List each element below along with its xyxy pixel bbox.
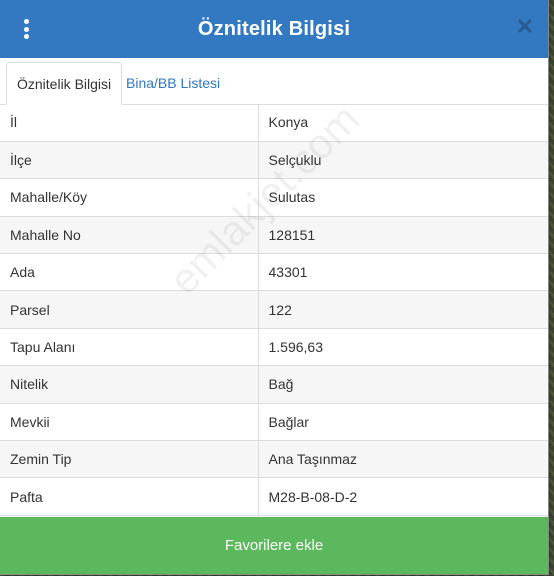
- table-row: Parsel 122: [0, 290, 548, 329]
- row-key: Pafta: [0, 477, 259, 516]
- row-key: Ada: [0, 253, 259, 292]
- row-key: İl: [0, 104, 259, 142]
- tab-building-list[interactable]: Bina/BB Listesi: [116, 62, 230, 104]
- row-key: Parsel: [0, 290, 259, 329]
- attribute-table: İl Konya İlçe Selçuklu Mahalle/Köy Sulut…: [0, 104, 548, 516]
- row-value: 122: [258, 290, 548, 329]
- table-row: Ada 43301: [0, 253, 548, 292]
- row-key: Nitelik: [0, 365, 259, 404]
- row-key: Mevkii: [0, 403, 259, 442]
- close-icon[interactable]: ✕: [516, 16, 534, 38]
- row-key: Tapu Alanı: [0, 328, 259, 367]
- row-value: Sulutas: [258, 178, 548, 217]
- row-key: Mahalle/Köy: [0, 178, 259, 217]
- row-key: Zemin Tip: [0, 440, 259, 479]
- table-row: Mevkii Bağlar: [0, 403, 548, 442]
- table-row: Mahalle/Köy Sulutas: [0, 178, 548, 217]
- row-value: Selçuklu: [258, 141, 548, 180]
- row-value: 1.596,63: [258, 328, 548, 367]
- row-value: Bağ: [258, 365, 548, 404]
- row-key: İlçe: [0, 141, 259, 180]
- tab-attribute-info[interactable]: Öznitelik Bilgisi: [6, 62, 123, 105]
- dialog-header: Öznitelik Bilgisi ✕: [0, 0, 548, 58]
- table-row: Nitelik Bağ: [0, 365, 548, 404]
- tab-bar: Öznitelik Bilgisi Bina/BB Listesi: [0, 58, 548, 105]
- table-row: Mahalle No 128151: [0, 216, 548, 255]
- row-key: Mahalle No: [0, 216, 259, 255]
- table-row: Tapu Alanı 1.596,63: [0, 328, 548, 367]
- row-value: Bağlar: [258, 403, 548, 442]
- row-value: M28-B-08-D-2: [258, 477, 548, 516]
- table-row: Pafta M28-B-08-D-2: [0, 477, 548, 516]
- table-row: Zemin Tip Ana Taşınmaz: [0, 440, 548, 479]
- row-value: Konya: [258, 104, 548, 142]
- row-value: Ana Taşınmaz: [258, 440, 548, 479]
- row-value: 128151: [258, 216, 548, 255]
- attribute-info-dialog: Öznitelik Bilgisi ✕ Öznitelik Bilgisi Bi…: [0, 0, 549, 575]
- table-row: İl Konya: [0, 104, 548, 142]
- table-row: İlçe Selçuklu: [0, 141, 548, 180]
- row-value: 43301: [258, 253, 548, 292]
- add-to-favorites-button[interactable]: Favorilere ekle: [0, 517, 548, 574]
- dialog-title: Öznitelik Bilgisi: [197, 18, 351, 40]
